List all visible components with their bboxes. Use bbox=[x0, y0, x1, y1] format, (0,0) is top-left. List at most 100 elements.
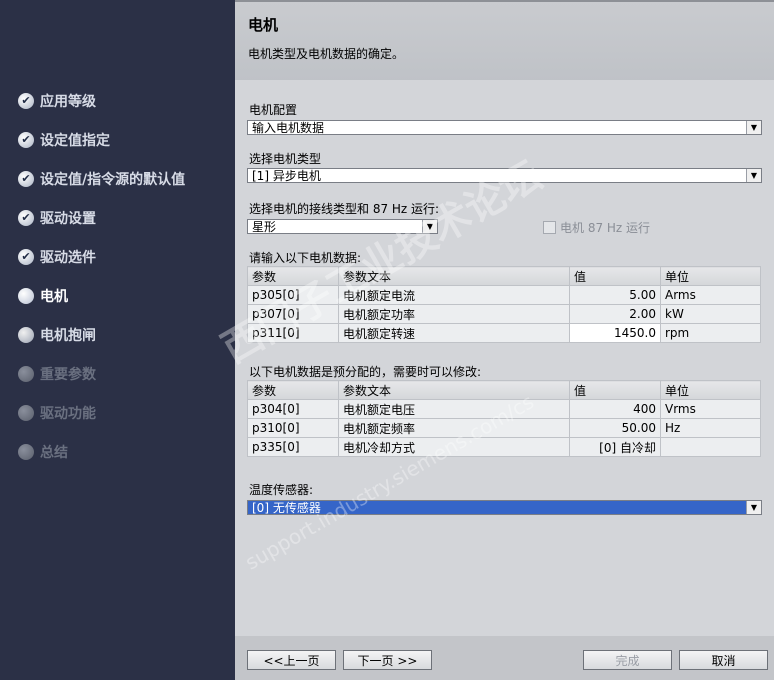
table-row: p305[0] 电机额定电流 5.00 Arms bbox=[247, 285, 761, 305]
table-row: p311[0] 电机额定转速 1450.0 rpm bbox=[247, 323, 761, 343]
value-cell[interactable]: 400 bbox=[569, 399, 661, 419]
nav-item-key-parameters: 重要参数 bbox=[18, 362, 96, 386]
connection-type-value: 星形 bbox=[252, 220, 277, 234]
check-icon: ✔ bbox=[18, 93, 34, 109]
table-row: p307[0] 电机额定功率 2.00 kW bbox=[247, 304, 761, 324]
motor-config-value: 输入电机数据 bbox=[252, 121, 325, 135]
param-text-cell: 电机额定频率 bbox=[338, 418, 570, 438]
column-header-value: 值 bbox=[569, 380, 661, 400]
nav-item-drive-options[interactable]: ✔ 驱动选件 bbox=[18, 245, 96, 269]
motor-type-dropdown[interactable]: [1] 异步电机 ▼ bbox=[247, 168, 762, 183]
nav-item-summary: 总结 bbox=[18, 440, 68, 464]
nav-item-motor[interactable]: 电机 bbox=[18, 284, 68, 308]
param-cell: p311[0] bbox=[247, 323, 339, 343]
next-button[interactable]: 下一页 >> bbox=[343, 650, 432, 670]
connection-type-label: 选择电机的接线类型和 87 Hz 运行: bbox=[249, 202, 440, 216]
checkbox-box[interactable] bbox=[543, 221, 556, 234]
disabled-step-icon bbox=[18, 444, 34, 460]
check-icon: ✔ bbox=[18, 249, 34, 265]
page-title: 电机 bbox=[248, 16, 279, 34]
motor-config-label: 电机配置 bbox=[249, 103, 298, 117]
param-text-cell: 电机额定功率 bbox=[338, 304, 570, 324]
nav-item-label: 驱动选件 bbox=[40, 250, 96, 266]
connection-type-dropdown[interactable]: 星形 ▼ bbox=[247, 219, 438, 234]
unit-cell: Arms bbox=[660, 285, 761, 305]
chevron-down-icon[interactable]: ▼ bbox=[746, 121, 761, 134]
nav-item-drive-settings[interactable]: ✔ 驱动设置 bbox=[18, 206, 96, 230]
nav-item-label: 电机 bbox=[40, 289, 68, 305]
input-data-label: 请输入以下电机数据: bbox=[249, 251, 362, 265]
wizard-sidebar: ✔ 应用等级 ✔ 设定值指定 ✔ 设定值/指令源的默认值 ✔ 驱动设置 ✔ 驱动… bbox=[0, 0, 235, 680]
nav-item-application-class[interactable]: ✔ 应用等级 bbox=[18, 89, 96, 113]
param-cell: p304[0] bbox=[247, 399, 339, 419]
value-cell[interactable]: [0] 自冷却 bbox=[569, 437, 661, 457]
temp-sensor-value: [0] 无传感器 bbox=[252, 501, 321, 515]
nav-item-label: 应用等级 bbox=[40, 94, 96, 110]
column-header-unit: 单位 bbox=[660, 266, 761, 286]
nav-item-drive-functions: 驱动功能 bbox=[18, 401, 96, 425]
table-row: p310[0] 电机额定频率 50.00 Hz bbox=[247, 418, 761, 438]
cancel-button[interactable]: 取消 bbox=[679, 650, 768, 670]
column-header-param: 参数 bbox=[247, 380, 339, 400]
prev-button[interactable]: <<上一页 bbox=[247, 650, 336, 670]
param-cell: p335[0] bbox=[247, 437, 339, 457]
column-header-value: 值 bbox=[569, 266, 661, 286]
param-cell: p305[0] bbox=[247, 285, 339, 305]
nav-item-label: 设定值/指令源的默认值 bbox=[40, 172, 186, 188]
current-step-icon bbox=[18, 288, 34, 304]
finish-button: 完成 bbox=[583, 650, 672, 670]
check-icon: ✔ bbox=[18, 171, 34, 187]
column-header-text: 参数文本 bbox=[338, 380, 570, 400]
check-icon: ✔ bbox=[18, 132, 34, 148]
param-text-cell: 电机额定电压 bbox=[338, 399, 570, 419]
column-header-param: 参数 bbox=[247, 266, 339, 286]
chevron-down-icon[interactable]: ▼ bbox=[746, 501, 761, 514]
unit-cell: Hz bbox=[660, 418, 761, 438]
motor-type-value: [1] 异步电机 bbox=[252, 169, 321, 183]
value-cell[interactable]: 2.00 bbox=[569, 304, 661, 324]
input-data-table: 参数 参数文本 值 单位 p305[0] 电机额定电流 5.00 Arms p3… bbox=[247, 266, 761, 343]
page-header: 电机 电机类型及电机数据的确定。 bbox=[235, 0, 774, 82]
check-icon: ✔ bbox=[18, 210, 34, 226]
unit-cell: rpm bbox=[660, 323, 761, 343]
preassigned-data-label: 以下电机数据是预分配的，需要时可以修改: bbox=[249, 365, 482, 379]
disabled-step-icon bbox=[18, 366, 34, 382]
temp-sensor-dropdown[interactable]: [0] 无传感器 ▼ bbox=[247, 500, 762, 515]
param-text-cell: 电机额定转速 bbox=[338, 323, 570, 343]
value-cell[interactable]: 5.00 bbox=[569, 285, 661, 305]
main-panel: 电机 电机类型及电机数据的确定。 电机配置 输入电机数据 ▼ 选择电机类型 [1… bbox=[235, 0, 774, 680]
value-cell[interactable]: 50.00 bbox=[569, 418, 661, 438]
unit-cell: kW bbox=[660, 304, 761, 324]
value-cell-editing[interactable]: 1450.0 bbox=[569, 323, 661, 343]
page-description: 电机类型及电机数据的确定。 bbox=[248, 47, 405, 61]
nav-item-label: 驱动功能 bbox=[40, 406, 96, 422]
hz87-label: 电机 87 Hz 运行 bbox=[560, 221, 651, 235]
param-text-cell: 电机冷却方式 bbox=[338, 437, 570, 457]
table-header-row: 参数 参数文本 值 单位 bbox=[247, 266, 761, 286]
chevron-down-icon[interactable]: ▼ bbox=[746, 169, 761, 182]
nav-item-label: 电机抱闸 bbox=[40, 328, 96, 344]
nav-item-setpoint[interactable]: ✔ 设定值指定 bbox=[18, 128, 110, 152]
pending-step-icon bbox=[18, 327, 34, 343]
unit-cell bbox=[660, 437, 761, 457]
column-header-unit: 单位 bbox=[660, 380, 761, 400]
disabled-step-icon bbox=[18, 405, 34, 421]
nav-item-label: 总结 bbox=[40, 445, 68, 461]
hz87-checkbox[interactable]: 电机 87 Hz 运行 bbox=[543, 219, 650, 236]
param-cell: p307[0] bbox=[247, 304, 339, 324]
chevron-down-icon[interactable]: ▼ bbox=[422, 220, 437, 233]
motor-config-dropdown[interactable]: 输入电机数据 ▼ bbox=[247, 120, 762, 135]
unit-cell: Vrms bbox=[660, 399, 761, 419]
nav-item-label: 驱动设置 bbox=[40, 211, 96, 227]
preassigned-data-table: 参数 参数文本 值 单位 p304[0] 电机额定电压 400 Vrms p31… bbox=[247, 380, 761, 457]
nav-item-label: 设定值指定 bbox=[40, 133, 110, 149]
motor-type-label: 选择电机类型 bbox=[249, 152, 322, 166]
table-row: p304[0] 电机额定电压 400 Vrms bbox=[247, 399, 761, 419]
param-cell: p310[0] bbox=[247, 418, 339, 438]
nav-item-setpoint-defaults[interactable]: ✔ 设定值/指令源的默认值 bbox=[18, 167, 185, 191]
column-header-text: 参数文本 bbox=[338, 266, 570, 286]
param-text-cell: 电机额定电流 bbox=[338, 285, 570, 305]
table-header-row: 参数 参数文本 值 单位 bbox=[247, 380, 761, 400]
nav-item-motor-brake[interactable]: 电机抱闸 bbox=[18, 323, 96, 347]
table-row: p335[0] 电机冷却方式 [0] 自冷却 bbox=[247, 437, 761, 457]
